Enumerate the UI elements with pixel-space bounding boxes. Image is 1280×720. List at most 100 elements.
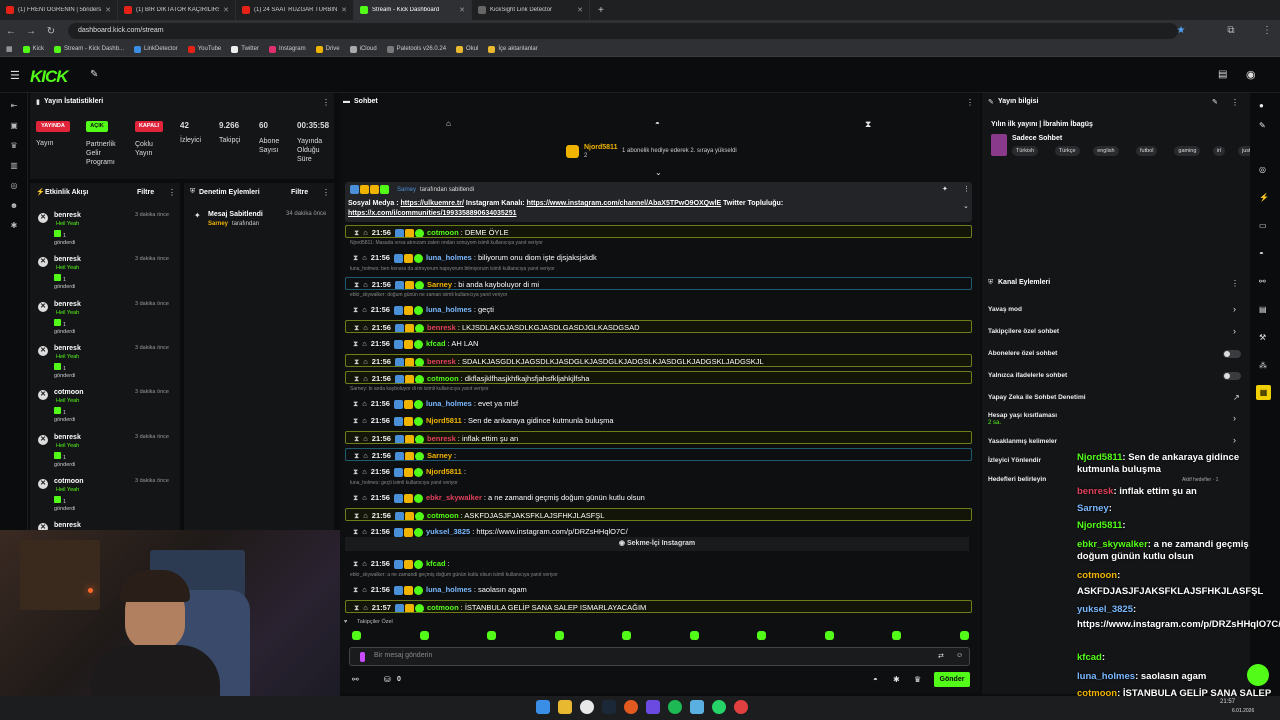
- moderation-menu-icon[interactable]: ⋮: [322, 188, 330, 197]
- emote-icon[interactable]: [622, 631, 631, 640]
- message-user[interactable]: cotmoon: [427, 511, 459, 520]
- banned-words-setting[interactable]: Yasaklanmış kelimeler: [988, 438, 1057, 445]
- trash-icon[interactable]: ⌂: [363, 374, 368, 383]
- bookmark-item[interactable]: iCloud: [349, 45, 377, 53]
- trash-icon[interactable]: ⌂: [363, 603, 368, 612]
- chat-bubble-icon[interactable]: ◓: [1259, 249, 1264, 258]
- server-icon[interactable]: ▤: [1259, 305, 1267, 314]
- trash-icon[interactable]: ⌂: [362, 467, 367, 476]
- users-icon[interactable]: ☻: [9, 201, 19, 211]
- chat-message[interactable]: ⧗ ⌂ 21:56 luna_holmes: geçti: [345, 303, 972, 316]
- activity-user[interactable]: benresk: [54, 301, 81, 308]
- chat-menu-icon[interactable]: ⋮: [966, 98, 974, 107]
- trophy-icon[interactable]: ♛: [914, 675, 921, 684]
- chat-message[interactable]: ⧗ ⌂ 21:56 cotmoon: DEME ÖYLE: [345, 225, 972, 238]
- ai-mod-setting[interactable]: Yapay Zeka ile Sohbet Denetimi: [988, 394, 1086, 401]
- trash-icon[interactable]: ⌂: [362, 399, 367, 408]
- store-icon[interactable]: ▦: [1256, 385, 1271, 400]
- link-icon[interactable]: ⚯: [1259, 277, 1266, 286]
- bookmark-item[interactable]: Okul: [456, 45, 478, 53]
- info-circle-icon[interactable]: ●: [1259, 101, 1264, 110]
- chat-message[interactable]: ⧗ ⌂ 21:56 Sarney:: [345, 448, 972, 461]
- tag-chip[interactable]: gaming: [1174, 146, 1201, 156]
- hourglass-icon[interactable]: ⧗: [354, 511, 359, 520]
- dashboard-icon[interactable]: ▣: [9, 121, 19, 131]
- trash-icon[interactable]: ⌂: [362, 585, 367, 594]
- trash-icon[interactable]: ⌂: [362, 527, 367, 536]
- message-user[interactable]: cotmoon: [427, 228, 459, 237]
- avatar[interactable]: ◉: [1246, 68, 1256, 81]
- activity-item[interactable]: ✕ benresk 3 dakika önce Heil Yeah 1 gönderdi: [36, 298, 178, 342]
- activity-filter-button[interactable]: Filtre: [137, 189, 154, 196]
- chat-bubble-icon[interactable]: ◓: [655, 119, 660, 128]
- followers-chat-setting[interactable]: Takipçilere özel sohbet: [988, 328, 1059, 335]
- bookmark-item[interactable]: LinkDetector: [134, 45, 178, 53]
- bookmark-item[interactable]: Paletools v26.0.24: [386, 45, 446, 53]
- activity-user[interactable]: benresk: [54, 256, 81, 263]
- tag-chip[interactable]: futbol: [1136, 146, 1158, 156]
- activity-item[interactable]: ✕ benresk 3 dakika önce Heil Yeah 1 gönderdi: [36, 431, 178, 475]
- hourglass-icon[interactable]: ⧗: [353, 305, 358, 314]
- stats-menu-icon[interactable]: ⋮: [322, 98, 330, 107]
- trash-icon[interactable]: ⌂: [363, 357, 368, 366]
- activity-user[interactable]: benresk: [54, 212, 81, 219]
- activity-item[interactable]: ✕ benresk 3 dakika önce Heil Yeah 1 gönderdi: [36, 342, 178, 386]
- hammer-icon[interactable]: ⚒: [1259, 333, 1266, 342]
- emotes-chat-toggle[interactable]: [1223, 372, 1241, 380]
- pinned-menu-icon[interactable]: ⋮: [963, 185, 970, 193]
- subs-chat-setting[interactable]: Abonelere özel sohbet: [988, 350, 1057, 357]
- emoji-icon[interactable]: ☺: [956, 652, 963, 659]
- settings-icon[interactable]: ✱: [9, 221, 19, 231]
- chat-bubble-icon[interactable]: ◓: [873, 675, 878, 684]
- emote-icon[interactable]: [892, 631, 901, 640]
- message-user[interactable]: benresk: [427, 434, 456, 443]
- expand-icon[interactable]: ⌄: [963, 202, 969, 210]
- info-menu-icon[interactable]: ⋮: [1231, 98, 1239, 107]
- message-user[interactable]: kfcad: [426, 559, 446, 568]
- message-user[interactable]: Sarney: [427, 280, 452, 289]
- discord-icon[interactable]: [646, 700, 660, 714]
- gear-icon[interactable]: ✱: [893, 675, 900, 684]
- hamburger-icon[interactable]: ☰: [10, 69, 20, 82]
- chevron-right-icon[interactable]: ›: [1233, 304, 1236, 314]
- translate-icon[interactable]: ⇄: [938, 652, 944, 660]
- raid-setting[interactable]: İzleyici Yönlendir: [988, 457, 1041, 464]
- chat-message[interactable]: ⧗ ⌂ 21:56 luna_holmes: biliyorum onu diom i…: [345, 251, 972, 264]
- activity-item[interactable]: ✕ benresk 3 dakika önce Heil Yeah 1 gönderdi: [36, 253, 178, 297]
- chat-message[interactable]: ⧗ ⌂ 21:56 benresk: inflak ettim şu an: [345, 431, 972, 444]
- hourglass-icon[interactable]: ⧗: [354, 357, 359, 366]
- activity-user[interactable]: benresk: [54, 345, 81, 352]
- emote-icon[interactable]: [689, 631, 699, 640]
- chat-message[interactable]: ⧗ ⌂ 21:57 cotmoon: İSTANBULA GELİP SANA SAL…: [345, 600, 972, 613]
- tag-chip[interactable]: Türkish: [1012, 146, 1039, 156]
- tag-chip[interactable]: Türkçe: [1054, 146, 1080, 156]
- chat-message[interactable]: ⧗ ⌂ 21:56 kfcad: AH LAN: [345, 337, 972, 350]
- activity-item[interactable]: ✕ cotmoon 3 dakika önce Heil Yeah 1 gönderdi: [36, 475, 178, 519]
- close-icon[interactable]: ✕: [341, 6, 347, 14]
- layout-icon[interactable]: ▤: [1218, 69, 1227, 80]
- message-user[interactable]: luna_holmes: [426, 305, 472, 314]
- extensions-icon[interactable]: ⧉: [1226, 25, 1236, 36]
- hourglass-icon[interactable]: ⧗: [865, 119, 871, 130]
- hourglass-icon[interactable]: ⧗: [353, 339, 358, 348]
- firefox-icon[interactable]: [624, 700, 638, 714]
- moderation-filter-button[interactable]: Filtre: [291, 189, 308, 196]
- steam-icon[interactable]: [602, 700, 616, 714]
- trash-icon[interactable]: ⌂: [362, 416, 367, 425]
- emote-icon[interactable]: [959, 631, 969, 640]
- bookmark-item[interactable]: Drive: [315, 45, 340, 53]
- close-icon[interactable]: ✕: [105, 6, 111, 14]
- whatsapp-taskbar-icon[interactable]: [712, 700, 726, 714]
- message-user[interactable]: luna_holmes: [426, 253, 472, 262]
- emote-icon[interactable]: [487, 631, 496, 640]
- trophy-icon[interactable]: ♛: [9, 141, 19, 151]
- star-icon[interactable]: ★: [1176, 25, 1186, 36]
- chat-message[interactable]: ⧗ ⌂ 21:56 luna_holmes: saolasın agam: [345, 583, 972, 596]
- slow-mode-setting[interactable]: Yavaş mod: [988, 306, 1022, 313]
- activity-user[interactable]: cotmoon: [54, 389, 84, 396]
- target-icon[interactable]: ◎: [1259, 165, 1266, 174]
- trash-icon[interactable]: ⌂: [362, 559, 367, 568]
- hourglass-icon[interactable]: ⧗: [354, 323, 359, 332]
- browser-tab[interactable]: (1) BİR DİKTATÖR KAÇIRILIRSA ✕: [118, 0, 236, 20]
- goals-setting[interactable]: Hedefleri belirleyin: [988, 476, 1046, 483]
